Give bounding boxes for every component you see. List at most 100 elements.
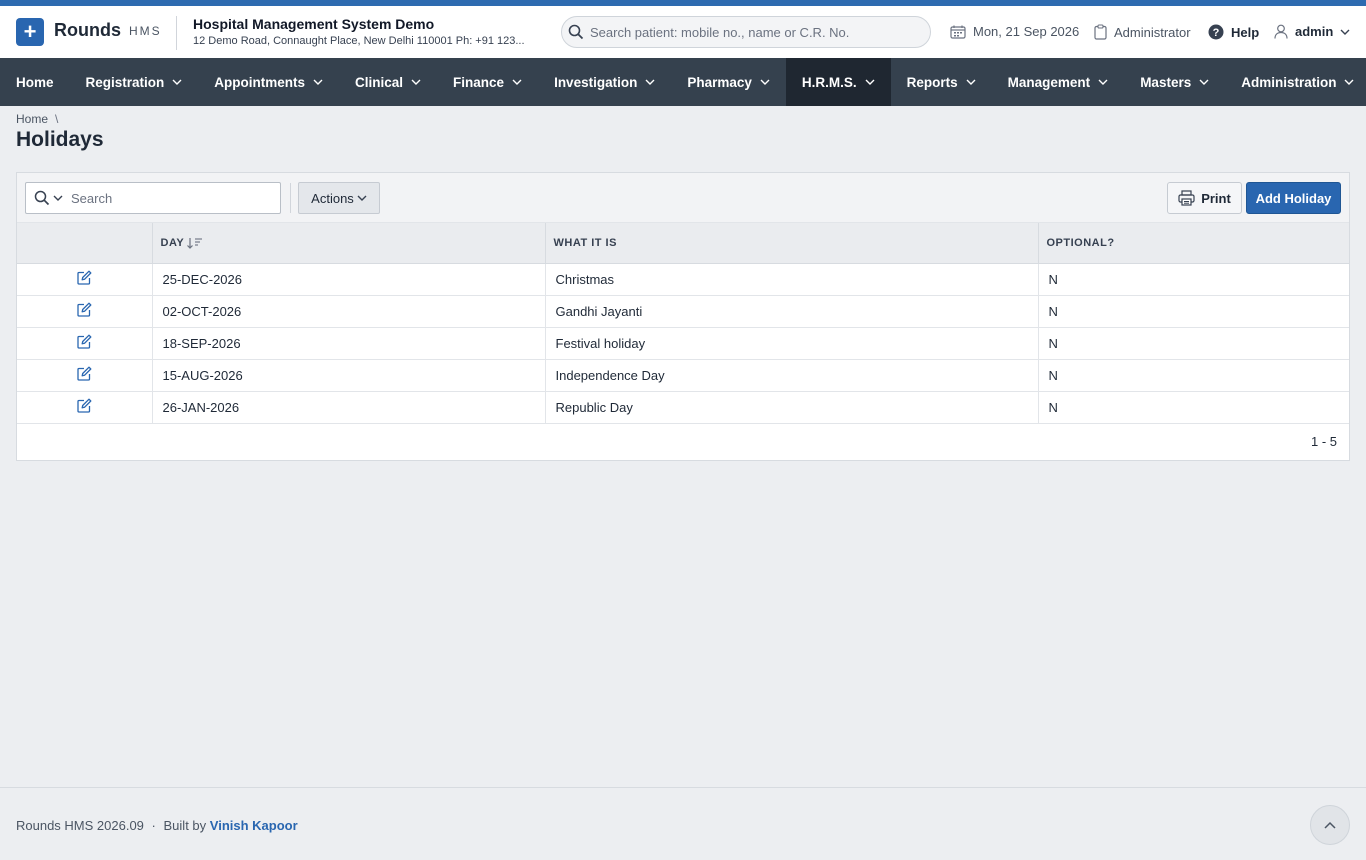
table-row: 25-DEC-2026 Christmas N bbox=[17, 263, 1349, 296]
nav-masters[interactable]: Masters bbox=[1124, 58, 1225, 106]
page-title: Holidays bbox=[16, 128, 104, 151]
report-search-input[interactable] bbox=[71, 190, 261, 206]
nav-management[interactable]: Management bbox=[992, 58, 1125, 106]
cell-what-it-is: Gandhi Jayanti bbox=[545, 295, 1039, 328]
cell-what-it-is: Independence Day bbox=[545, 359, 1039, 392]
column-label: OPTIONAL? bbox=[1046, 236, 1115, 249]
header-role-text: Administrator bbox=[1114, 24, 1191, 40]
cell-day: 18-SEP-2026 bbox=[152, 327, 546, 360]
report-search-box[interactable] bbox=[25, 182, 281, 214]
nav-label: Masters bbox=[1140, 74, 1192, 90]
nav-pharmacy[interactable]: Pharmacy bbox=[671, 58, 786, 106]
column-header-day[interactable]: DAY bbox=[152, 223, 546, 264]
chevron-down-icon bbox=[1340, 29, 1350, 35]
nav-reports[interactable]: Reports bbox=[891, 58, 992, 106]
holidays-table: DAY WHAT IT IS OPTIONAL? 25-DEC-2026 Chr… bbox=[17, 223, 1349, 424]
cell-what-it-is: Republic Day bbox=[545, 391, 1039, 424]
user-name: admin bbox=[1295, 24, 1334, 39]
hospital-name: Hospital Management System Demo bbox=[193, 16, 435, 32]
nav-investigation[interactable]: Investigation bbox=[538, 58, 671, 106]
patient-search-box[interactable] bbox=[561, 16, 931, 48]
column-header-optional[interactable]: OPTIONAL? bbox=[1038, 223, 1349, 264]
footer-built-by: Built by bbox=[163, 818, 207, 833]
add-holiday-button[interactable]: Add Holiday bbox=[1246, 182, 1341, 214]
nav-label: Reports bbox=[906, 74, 958, 90]
search-column-selector[interactable] bbox=[34, 190, 63, 206]
table-row: 15-AUG-2026 Independence Day N bbox=[17, 359, 1349, 392]
pagination-info: 1 - 5 bbox=[1310, 434, 1337, 449]
nav-label: H.R.M.S. bbox=[801, 74, 857, 90]
cell-optional: N bbox=[1038, 327, 1349, 360]
print-label: Print bbox=[1201, 190, 1231, 206]
chevron-up-icon bbox=[1324, 821, 1336, 829]
footer-author-link[interactable]: Vinish Kapoor bbox=[210, 818, 298, 833]
cell-what-it-is: Festival holiday bbox=[545, 327, 1039, 360]
chevron-down-icon bbox=[1199, 79, 1209, 85]
footer-version: Rounds HMS 2026.09 bbox=[16, 818, 144, 833]
nav-label: Appointments bbox=[214, 74, 306, 90]
app-header: + Rounds HMS Hospital Management System … bbox=[0, 6, 1366, 58]
report-toolbar: Actions Print Add Holiday bbox=[17, 173, 1349, 223]
cell-day: 26-JAN-2026 bbox=[152, 391, 546, 424]
cell-day: 25-DEC-2026 bbox=[152, 263, 546, 296]
user-icon bbox=[1274, 24, 1288, 39]
nav-label: Finance bbox=[453, 74, 505, 90]
column-header-what-it-is[interactable]: WHAT IT IS bbox=[545, 223, 1039, 264]
search-icon bbox=[568, 24, 584, 40]
header-date-text: Mon, 21 Sep 2026 bbox=[973, 24, 1080, 39]
nav-home[interactable]: Home bbox=[0, 58, 70, 106]
nav-hrms[interactable]: H.R.M.S. bbox=[785, 58, 891, 106]
edit-icon[interactable] bbox=[77, 270, 92, 285]
edit-icon[interactable] bbox=[77, 334, 92, 349]
chevron-down-icon bbox=[865, 79, 875, 85]
holidays-panel: Actions Print Add Holiday DA bbox=[16, 172, 1350, 461]
header-divider bbox=[176, 16, 177, 50]
nav-clinical[interactable]: Clinical bbox=[339, 58, 437, 106]
breadcrumb-separator: \ bbox=[55, 112, 59, 126]
chevron-down-icon bbox=[172, 79, 182, 85]
add-holiday-label: Add Holiday bbox=[1255, 190, 1332, 206]
chevron-down-icon bbox=[1098, 79, 1108, 85]
edit-cell bbox=[17, 391, 153, 424]
nav-registration[interactable]: Registration bbox=[70, 58, 199, 106]
user-menu[interactable]: admin bbox=[1274, 24, 1357, 39]
clipboard-icon bbox=[1094, 24, 1107, 40]
edit-icon[interactable] bbox=[77, 302, 92, 317]
logo-subtitle: HMS bbox=[129, 24, 162, 38]
footer-credits: Rounds HMS 2026.09 · Built by Vinish Kap… bbox=[16, 818, 298, 833]
nav-administration[interactable]: Administration bbox=[1225, 58, 1366, 106]
edit-cell bbox=[17, 359, 153, 392]
chevron-down-icon bbox=[760, 79, 770, 85]
header-role[interactable]: Administrator bbox=[1094, 24, 1191, 40]
breadcrumb: Home \ bbox=[16, 112, 58, 126]
cell-optional: N bbox=[1038, 263, 1349, 296]
nav-finance[interactable]: Finance bbox=[437, 58, 538, 106]
nav-appointments[interactable]: Appointments bbox=[198, 58, 339, 106]
logo-cross-icon[interactable]: + bbox=[16, 18, 44, 46]
edit-cell bbox=[17, 263, 153, 296]
sort-descending-icon[interactable] bbox=[187, 237, 203, 249]
printer-icon bbox=[1178, 190, 1195, 206]
chevron-down-icon bbox=[313, 79, 323, 85]
edit-icon[interactable] bbox=[77, 398, 92, 413]
logo-name[interactable]: Rounds bbox=[54, 20, 121, 41]
patient-search-input[interactable] bbox=[590, 24, 920, 40]
help-label: Help bbox=[1231, 24, 1260, 40]
nav-label: Pharmacy bbox=[687, 74, 752, 90]
edit-icon[interactable] bbox=[77, 366, 92, 381]
table-row: 18-SEP-2026 Festival holiday N bbox=[17, 327, 1349, 360]
actions-button[interactable]: Actions bbox=[298, 182, 380, 214]
nav-label: Home bbox=[16, 74, 54, 90]
edit-cell bbox=[17, 327, 153, 360]
print-button[interactable]: Print bbox=[1167, 182, 1242, 214]
breadcrumb-home[interactable]: Home bbox=[16, 112, 48, 126]
column-label: WHAT IT IS bbox=[553, 236, 617, 249]
chevron-down-icon bbox=[1344, 79, 1354, 85]
help-link[interactable]: ? Help bbox=[1208, 24, 1259, 40]
back-to-top-button[interactable] bbox=[1310, 805, 1350, 845]
chevron-down-icon bbox=[645, 79, 655, 85]
cell-day: 15-AUG-2026 bbox=[152, 359, 546, 392]
table-header-row: DAY WHAT IT IS OPTIONAL? bbox=[17, 223, 1349, 264]
nav-label: Investigation bbox=[554, 74, 638, 90]
column-header-edit bbox=[17, 223, 153, 264]
